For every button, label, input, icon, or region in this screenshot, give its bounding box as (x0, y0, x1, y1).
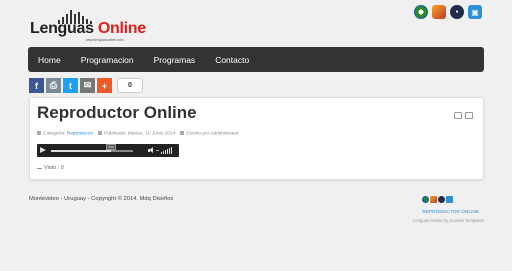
footer-copyright: Montevideo - Uruguay - Copyright © 2014.… (29, 196, 174, 202)
play-icon[interactable] (40, 147, 46, 153)
logo-subtext: www.lenguasonline.com (86, 38, 124, 42)
seek-handle[interactable]: 0:00 (105, 143, 116, 150)
category-label: Categoría: (43, 131, 66, 137)
view-count: Visto : 0 (37, 165, 64, 171)
published-date: Publicado: Martes, 10 Junio 2014 (104, 131, 176, 137)
author-name: Escrito por Administrator (186, 131, 239, 137)
plus-icon[interactable]: + (97, 78, 112, 93)
mute-line (156, 150, 159, 151)
top-icon-bar: ● ▣ (414, 5, 482, 19)
footer-credit[interactable]: Lenguas Online by Joomla! Templates (413, 218, 484, 223)
nav-item-programas[interactable]: Programas (154, 55, 196, 65)
mic-icon[interactable]: ● (450, 5, 464, 19)
twitter-icon[interactable]: t (63, 78, 78, 93)
calendar-icon (98, 131, 103, 135)
wand-icon[interactable] (432, 5, 446, 19)
folder-icon (37, 131, 41, 135)
article-panel: Reproductor Online Categoría: Reproducto… (29, 97, 484, 180)
audio-player: 0:00 (37, 143, 179, 157)
seek-progress (51, 149, 111, 152)
user-icon (180, 131, 185, 135)
email-icon[interactable]: ✉ (80, 78, 95, 93)
category-link[interactable]: Reproductor (67, 131, 93, 136)
article-tools (454, 112, 473, 119)
email-icon[interactable] (465, 112, 473, 119)
published-meta: Publicado: Martes, 10 Junio 2014 (98, 131, 175, 136)
nav-item-contacto[interactable]: Contacto (215, 55, 249, 65)
share-bar: f ⎙ t ✉ + 0 (29, 78, 143, 93)
seek-bar[interactable]: 0:00 (51, 143, 133, 152)
info-icon[interactable]: ▣ (468, 5, 482, 19)
article-meta: Categoría: Reproductor Publicado: Martes… (37, 131, 239, 136)
nav-item-programacion[interactable]: Programacion (81, 55, 134, 65)
volume-icon[interactable] (148, 147, 154, 154)
nav-item-home[interactable]: Home (38, 55, 61, 65)
author-meta: Escrito por Administrator (180, 131, 239, 137)
radio-icon[interactable] (414, 5, 428, 19)
stats-icon (37, 165, 42, 169)
print-icon[interactable] (454, 112, 462, 119)
mic-icon[interactable] (438, 196, 445, 203)
footer-icon-bar (422, 196, 453, 203)
logo-text-part1: Lenguas (30, 20, 94, 37)
wand-icon[interactable] (430, 196, 437, 203)
logo-text-part2: Online (97, 20, 146, 37)
radio-icon[interactable] (422, 196, 429, 203)
page-title: Reproductor Online (37, 103, 197, 122)
share-count: 0 (117, 78, 143, 93)
view-count-text: Visto : 0 (44, 165, 64, 171)
info-icon[interactable] (446, 196, 453, 203)
site-logo[interactable]: Lenguas Online www.lenguasonline.com (30, 6, 146, 42)
main-nav: Home Programacion Programas Contacto (28, 47, 484, 72)
print-icon[interactable]: ⎙ (46, 78, 61, 93)
volume-slider[interactable] (161, 147, 172, 154)
facebook-icon[interactable]: f (29, 78, 44, 93)
logo-text: Lenguas Online (30, 20, 146, 38)
category-meta: Categoría: Reproductor (37, 131, 93, 136)
footer-link[interactable]: REPRODUCTOR ONLINE (422, 210, 479, 215)
